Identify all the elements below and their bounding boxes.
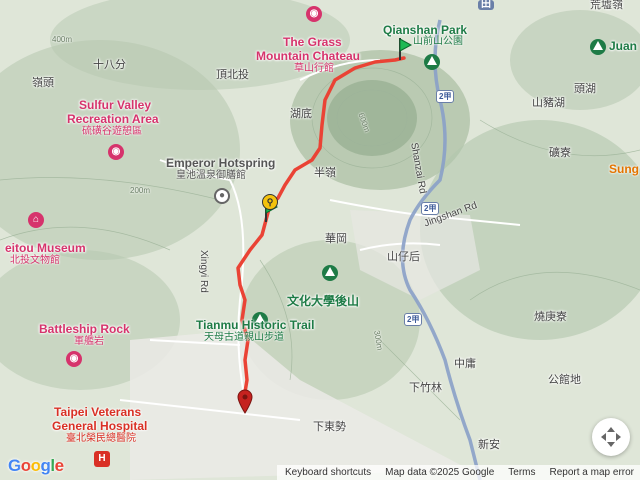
place-label: 頂北投 bbox=[216, 69, 249, 81]
place-label: 半嶺 bbox=[314, 167, 336, 179]
hospital-poi-icon[interactable]: H bbox=[94, 451, 110, 467]
map-attribution-bar: Keyboard shortcuts Map data ©2025 Google… bbox=[276, 465, 640, 480]
museum-poi-icon[interactable]: ⌂ bbox=[28, 212, 44, 228]
sulfur-valley-label-1[interactable]: Sulfur Valley bbox=[79, 99, 151, 111]
place-label: 嶺頭 bbox=[32, 77, 54, 89]
grass-chateau-label-1[interactable]: The Grass bbox=[283, 36, 342, 48]
juan-label[interactable]: Juan bbox=[609, 40, 637, 52]
place-label: 公館地 bbox=[548, 374, 581, 386]
emperor-hotspring-label[interactable]: Emperor Hotspring bbox=[166, 157, 275, 169]
place-label: 下東勢 bbox=[313, 421, 346, 433]
sulfur-valley-zh-label: 硫磺谷遊憩區 bbox=[82, 126, 142, 137]
place-label: 頭湖 bbox=[574, 83, 596, 95]
veterans-hospital-label-2[interactable]: General Hospital bbox=[52, 420, 147, 432]
place-label: 華岡 bbox=[325, 233, 347, 245]
route-badge: 2甲 bbox=[421, 202, 440, 215]
camera-poi-icon[interactable]: ◉ bbox=[66, 351, 82, 367]
end-pin-marker[interactable] bbox=[236, 388, 254, 414]
place-label: 湖底 bbox=[290, 108, 312, 120]
qianshan-park-zh-label: 山前山公園 bbox=[413, 36, 463, 47]
place-label: 下竹林 bbox=[409, 382, 442, 394]
place-label: 山豬湖 bbox=[532, 97, 565, 109]
hospital-icon-top[interactable]: 田 bbox=[478, 0, 494, 10]
sung-label[interactable]: Sung bbox=[609, 163, 639, 175]
place-label: 中庸 bbox=[454, 358, 476, 370]
map-camera-control-button[interactable] bbox=[592, 418, 630, 456]
restroom-icon[interactable]: ⚲ bbox=[262, 194, 278, 210]
beitou-museum-zh-label: 北投文物館 bbox=[10, 255, 60, 266]
hotspring-poi-icon[interactable]: ● bbox=[214, 188, 230, 204]
place-label: 礦寮 bbox=[549, 147, 571, 159]
route-badge: 2甲 bbox=[436, 90, 455, 103]
elevation-label: 400m bbox=[52, 35, 73, 44]
place-label: 新安 bbox=[478, 439, 500, 451]
camera-poi-icon[interactable]: ◉ bbox=[108, 144, 124, 160]
veterans-hospital-label-1[interactable]: Taipei Veterans bbox=[54, 406, 141, 418]
tianmu-trail-zh-label: 天母古道親山步道 bbox=[204, 332, 284, 343]
beitou-museum-label[interactable]: eitou Museum bbox=[5, 242, 86, 254]
keyboard-shortcuts-link[interactable]: Keyboard shortcuts bbox=[285, 467, 371, 478]
grass-chateau-zh-label: 草山行館 bbox=[294, 63, 334, 74]
culture-univ-label[interactable]: 文化大學後山 bbox=[287, 295, 359, 307]
place-label: 荒墟嶺 bbox=[590, 0, 623, 11]
tianmu-trail-label[interactable]: Tianmu Historic Trail bbox=[196, 319, 314, 331]
sulfur-valley-label-2[interactable]: Recreation Area bbox=[67, 113, 159, 125]
battleship-rock-zh-label: 軍艦岩 bbox=[74, 336, 104, 347]
route-badge: 2甲 bbox=[404, 313, 423, 326]
qianshan-park-label[interactable]: Qianshan Park bbox=[383, 24, 467, 36]
start-flag-marker[interactable] bbox=[397, 36, 413, 62]
road-label-xingyi: Xingyi Rd bbox=[198, 250, 209, 293]
report-map-error-link[interactable]: Report a map error bbox=[550, 467, 634, 478]
move-arrows-icon bbox=[601, 427, 621, 447]
map-data-attribution: Map data ©2025 Google bbox=[385, 467, 495, 478]
veterans-hospital-zh-label: 臺北榮民總醫院 bbox=[66, 433, 136, 444]
place-label: 山仔后 bbox=[387, 251, 420, 263]
camera-poi-icon[interactable]: ◉ bbox=[306, 6, 322, 22]
place-label: 十八分 bbox=[93, 59, 126, 71]
place-label: 燒庚寮 bbox=[534, 311, 567, 323]
battleship-rock-label[interactable]: Battleship Rock bbox=[39, 323, 130, 335]
elevation-label: 200m bbox=[130, 186, 151, 195]
grass-chateau-label-2[interactable]: Mountain Chateau bbox=[256, 50, 360, 62]
terms-link[interactable]: Terms bbox=[508, 467, 535, 478]
google-logo: Google bbox=[8, 456, 64, 475]
emperor-hotspring-zh-label: 皇池溫泉御膳館 bbox=[176, 170, 246, 181]
